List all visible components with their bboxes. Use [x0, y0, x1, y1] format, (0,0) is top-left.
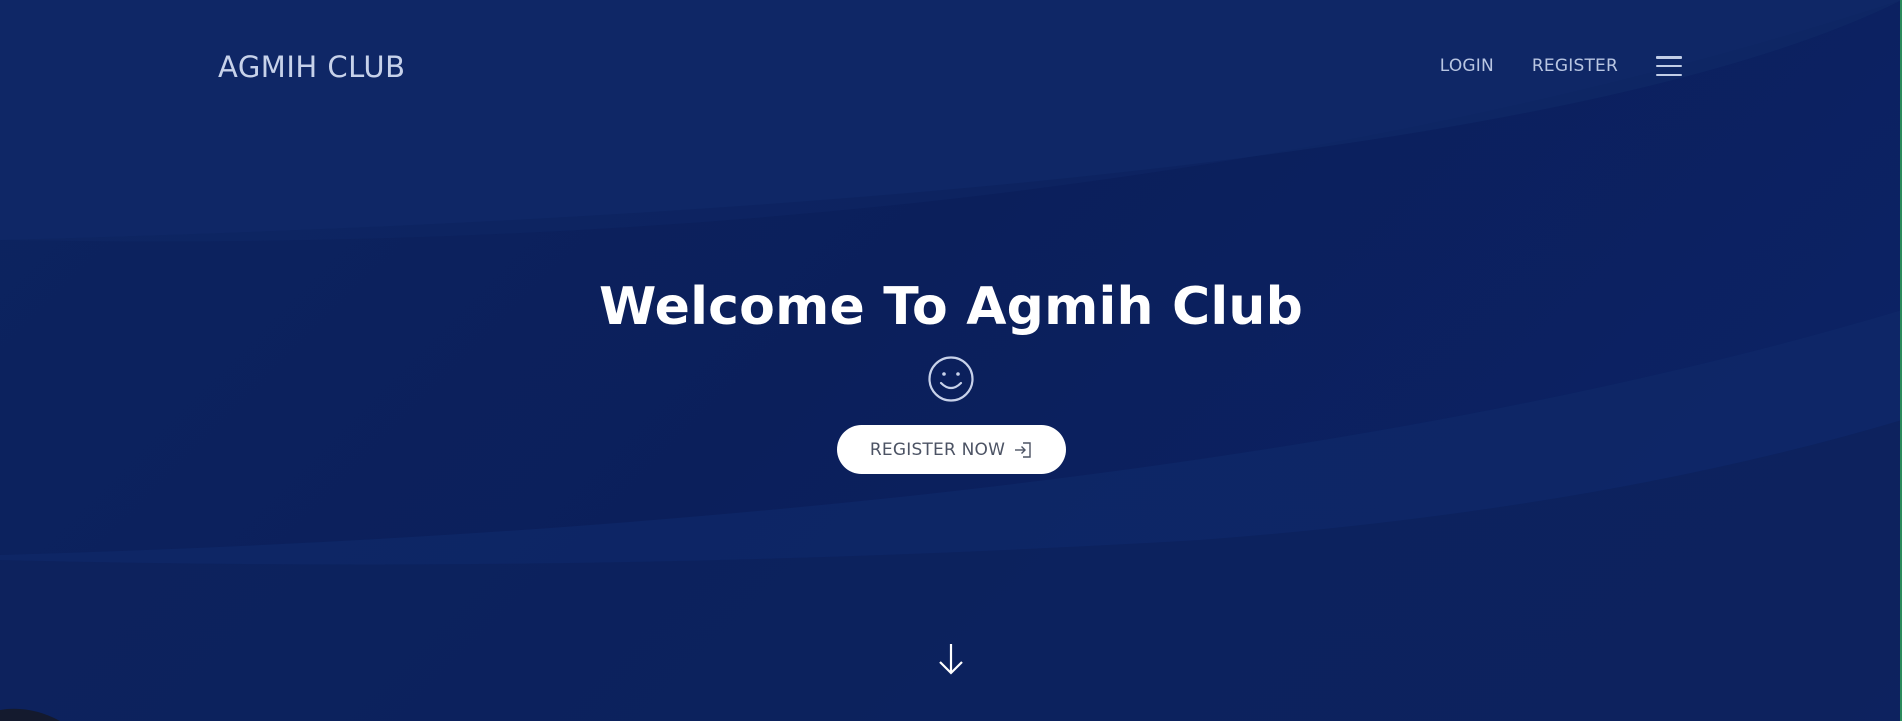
hero-section: AGMIH CLUB LOGIN REGISTER Welcome To Agm… [0, 0, 1902, 721]
brand-logo-text[interactable]: AGMIH CLUB [218, 50, 405, 84]
nav-login-link[interactable]: LOGIN [1440, 56, 1494, 76]
hero-content: Welcome To Agmih Club REGISTER NOW [0, 276, 1902, 475]
hamburger-menu-icon[interactable] [1656, 56, 1682, 76]
sign-in-icon [1015, 442, 1031, 458]
register-now-label: REGISTER NOW [869, 439, 1006, 460]
arrow-down-icon[interactable] [937, 642, 965, 676]
register-now-button[interactable]: REGISTER NOW [836, 425, 1066, 475]
hero-title: Welcome To Agmih Club [598, 277, 1304, 337]
nav-register-link[interactable]: REGISTER [1532, 56, 1618, 76]
top-nav: LOGIN REGISTER [1402, 56, 1682, 76]
smiley-face-icon [928, 356, 974, 402]
